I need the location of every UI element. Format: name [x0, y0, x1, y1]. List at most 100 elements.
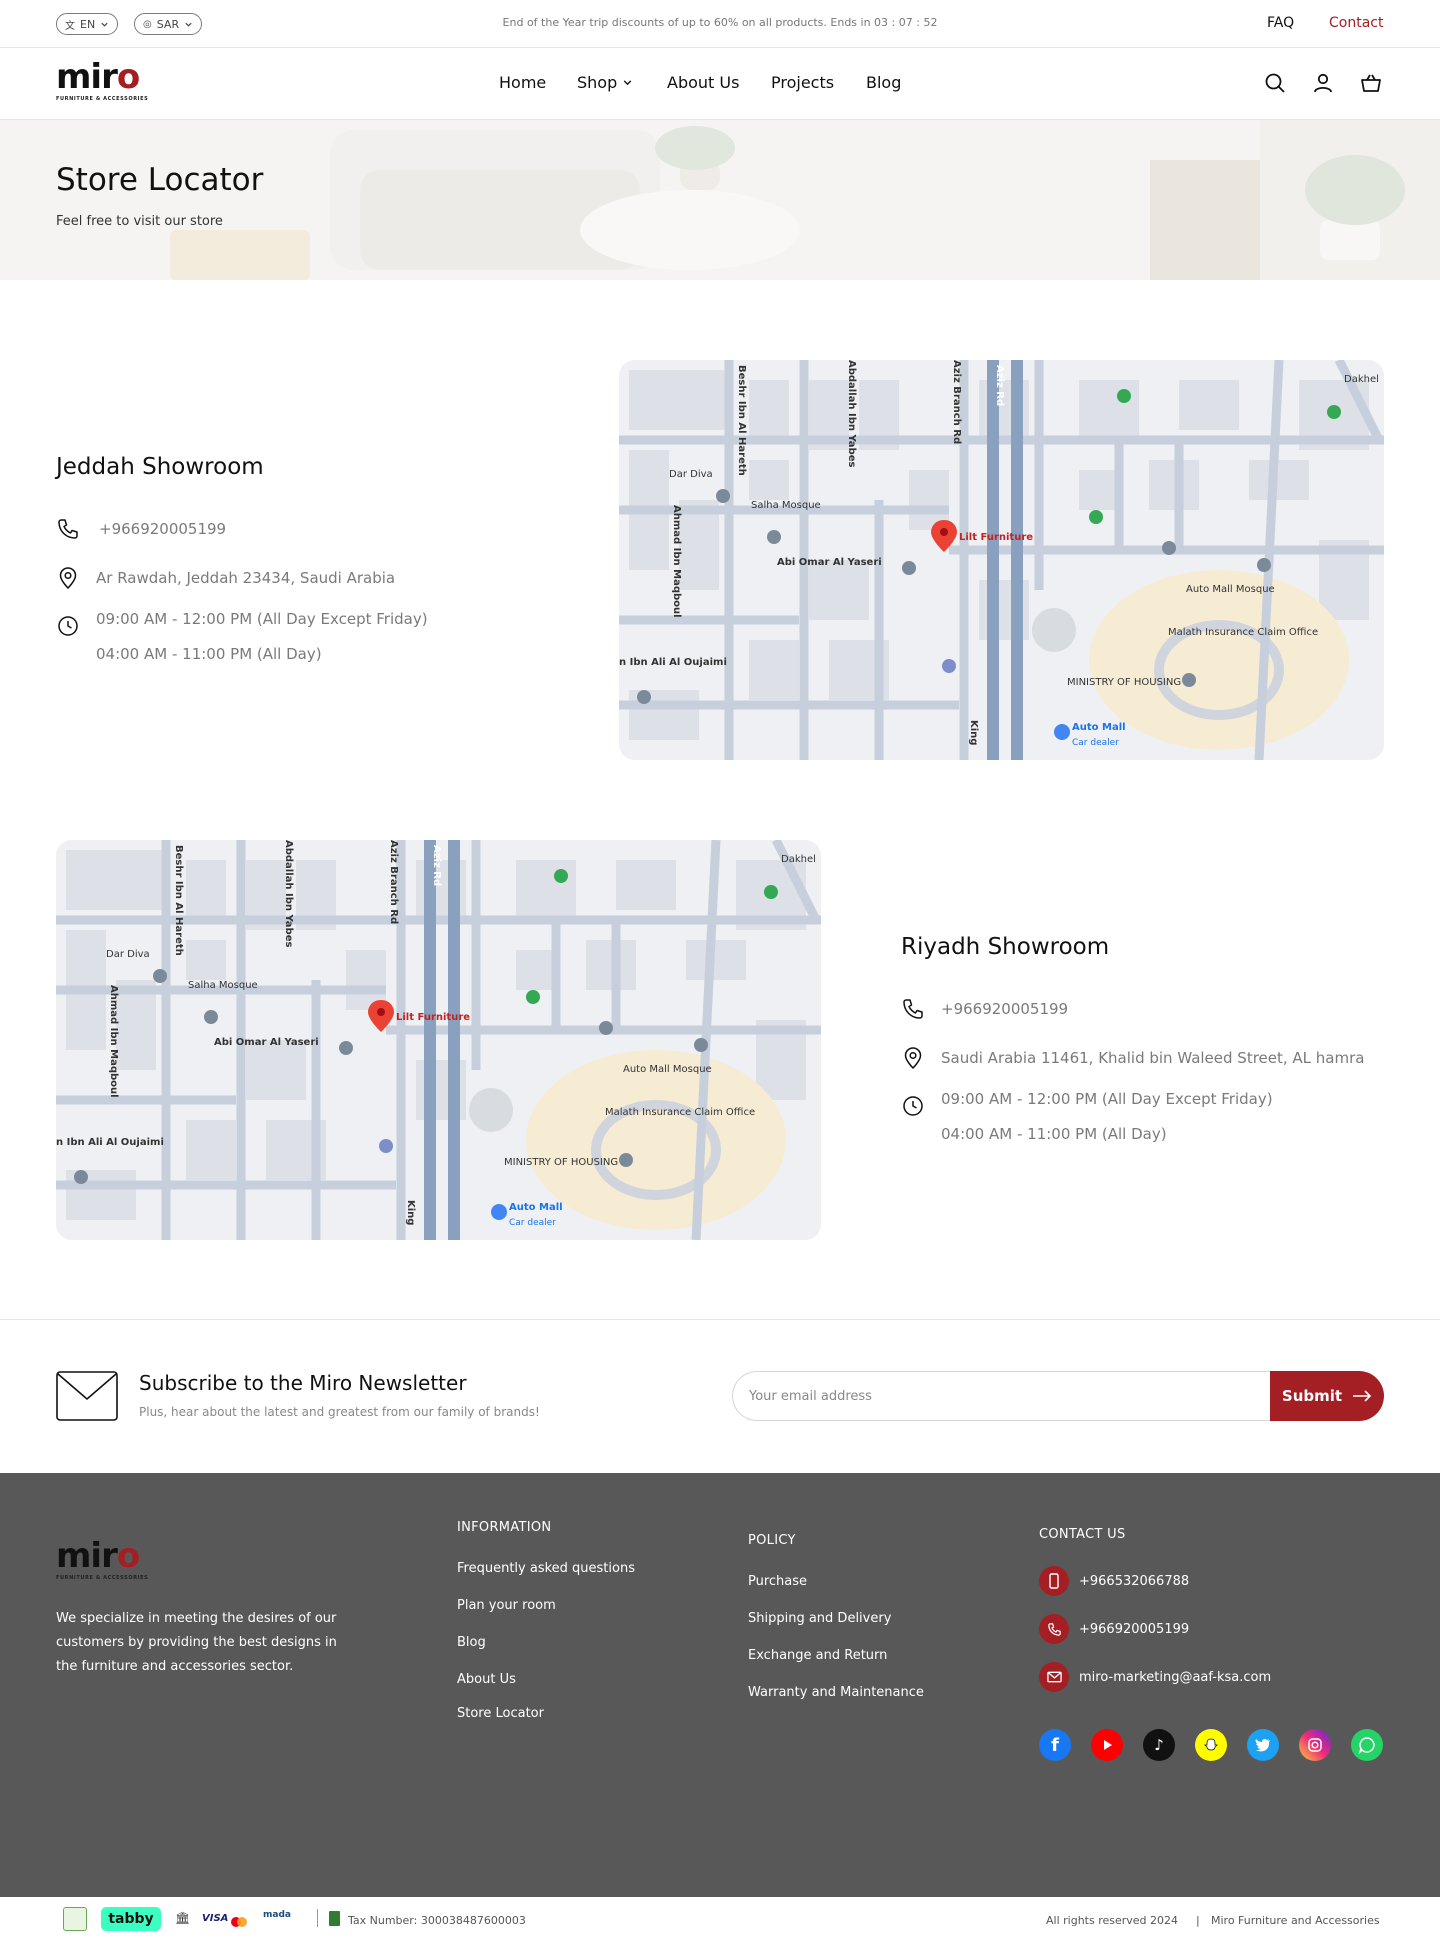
showroom-hours-1: 09:00 AM - 12:00 PM (All Day Except Frid… [941, 1090, 1273, 1108]
svg-text:Car dealer: Car dealer [1072, 738, 1119, 748]
footer-link-exchange[interactable]: Exchange and Return [748, 1648, 887, 1663]
page-title: Store Locator [56, 162, 264, 198]
svg-text:King: King [405, 1200, 416, 1225]
jeddah-map[interactable]: Beshr Ibn Al Hareth Abdallah Ibn Yabes A… [619, 360, 1384, 760]
certificate-icon [63, 1907, 87, 1931]
cart-icon[interactable] [1359, 71, 1383, 95]
arrow-right-icon [1353, 1390, 1372, 1402]
location-pin-icon [59, 567, 77, 590]
search-icon[interactable] [1263, 71, 1287, 95]
mobile-icon [1039, 1566, 1069, 1596]
showroom-title-jeddah: Jeddah Showroom [56, 454, 264, 480]
riyadh-map[interactable]: Beshr Ibn Al Hareth Abdallah Ibn Yabes A… [56, 840, 821, 1240]
contact-email[interactable]: miro-marketing@aaf-ksa.com [1079, 1670, 1271, 1685]
footer-link-store-locator[interactable]: Store Locator [457, 1706, 544, 1721]
svg-text:Lilt Furniture: Lilt Furniture [396, 1012, 470, 1023]
svg-text:Dar Diva: Dar Diva [669, 469, 713, 480]
svg-text:Ahmad Ibn Maqboul: Ahmad Ibn Maqboul [671, 505, 682, 618]
divider [317, 1909, 318, 1927]
top-bar: 文 EN ◎ SAR End of the Year trip discount… [0, 0, 1440, 48]
user-icon[interactable] [1311, 71, 1335, 95]
map-graphic: Beshr Ibn Al Hareth Abdallah Ibn Yabes A… [619, 360, 1384, 760]
svg-text:Aziz Branch Rd: Aziz Branch Rd [388, 840, 399, 924]
showroom-address: Saudi Arabia 11461, Khalid bin Waleed St… [941, 1049, 1365, 1067]
footer-link-plan-room[interactable]: Plan your room [457, 1598, 556, 1613]
nav-projects[interactable]: Projects [771, 73, 834, 92]
svg-text:Dar Diva: Dar Diva [106, 949, 150, 960]
clock-icon [903, 1096, 923, 1116]
policy-heading: POLICY [748, 1533, 796, 1548]
footer-link-warranty[interactable]: Warranty and Maintenance [748, 1685, 924, 1700]
showroom-hours-2: 04:00 AM - 11:00 PM (All Day) [941, 1125, 1167, 1143]
hero-banner: Store Locator Feel free to visit our sto… [0, 120, 1440, 280]
nav-home[interactable]: Home [499, 73, 546, 92]
svg-text:Abi Omar Al Yaseri: Abi Omar Al Yaseri [777, 557, 882, 568]
svg-text:Car dealer: Car dealer [509, 1218, 556, 1228]
map-graphic: Beshr Ibn Al Hareth Abdallah Ibn Yabes A… [56, 840, 821, 1240]
tax-document-icon [329, 1911, 340, 1926]
faq-link[interactable]: FAQ [1267, 15, 1294, 31]
showroom-phone[interactable]: +966920005199 [99, 520, 226, 538]
svg-text:Malath Insurance Claim Office: Malath Insurance Claim Office [605, 1107, 755, 1118]
company-name: Miro Furniture and Accessories [1211, 1914, 1380, 1927]
contact-mobile[interactable]: +966532066788 [1079, 1574, 1189, 1589]
snapchat-icon[interactable] [1195, 1729, 1227, 1761]
tiktok-icon[interactable]: ♪ [1143, 1729, 1175, 1761]
showroom-address: Ar Rawdah, Jeddah 23434, Saudi Arabia [96, 569, 396, 587]
mail-icon [1039, 1662, 1069, 1692]
twitter-icon[interactable] [1247, 1729, 1279, 1761]
svg-text:Abdallah Ibn Yabes: Abdallah Ibn Yabes [846, 360, 857, 467]
site-footer: miro FURNITURE & ACCESSORIES We speciali… [0, 1473, 1440, 1897]
submit-button[interactable]: Submit [1270, 1371, 1384, 1421]
bottom-bar: tabby 🏛 VISA mada Tax Number: 3000384876… [0, 1897, 1440, 1943]
nav-about[interactable]: About Us [667, 73, 739, 92]
visa-logo: VISA [202, 1913, 229, 1924]
email-input[interactable]: Your email address [732, 1371, 1272, 1421]
footer-link-purchase[interactable]: Purchase [748, 1574, 807, 1589]
svg-text:Aziz Rd: Aziz Rd [431, 845, 442, 886]
svg-text:Dakhel: Dakhel [1344, 374, 1379, 385]
svg-text:n Ibn Ali Al Oujaimi: n Ibn Ali Al Oujaimi [619, 657, 727, 668]
footer-link-shipping[interactable]: Shipping and Delivery [748, 1611, 891, 1626]
separator: | [1196, 1914, 1200, 1927]
svg-text:n Ibn Ali Al Oujaimi: n Ibn Ali Al Oujaimi [56, 1137, 164, 1148]
svg-text:Abi Omar Al Yaseri: Abi Omar Al Yaseri [214, 1037, 319, 1048]
newsletter-title: Subscribe to the Miro Newsletter [139, 1371, 467, 1395]
tabby-logo: tabby [101, 1907, 161, 1931]
youtube-icon[interactable] [1091, 1729, 1123, 1761]
contact-link[interactable]: Contact [1329, 15, 1383, 31]
envelope-icon [56, 1371, 118, 1421]
bank-icon: 🏛 [175, 1911, 191, 1925]
mastercard-icon [229, 1913, 249, 1927]
nav-shop-label: Shop [577, 73, 618, 92]
svg-text:MINISTRY OF HOUSING: MINISTRY OF HOUSING [1067, 677, 1181, 688]
showroom-phone[interactable]: +966920005199 [941, 1000, 1068, 1018]
svg-text:Salha Mosque: Salha Mosque [188, 980, 258, 991]
svg-text:Lilt Furniture: Lilt Furniture [959, 532, 1033, 543]
brand-logo[interactable]: miro FURNITURE & ACCESSORIES [56, 60, 148, 102]
nav-blog[interactable]: Blog [866, 73, 901, 92]
footer-description: We specialize in meeting the desires of … [56, 1611, 337, 1674]
nav-shop[interactable]: Shop [577, 73, 633, 92]
footer-logo[interactable]: miro FURNITURE & ACCESSORIES [56, 1539, 148, 1581]
contact-phone[interactable]: +966920005199 [1079, 1622, 1189, 1637]
svg-text:Ahmad Ibn Maqboul: Ahmad Ibn Maqboul [108, 985, 119, 1098]
section-divider [0, 1319, 1440, 1320]
mada-logo: mada [263, 1910, 291, 1920]
footer-link-about[interactable]: About Us [457, 1672, 516, 1687]
information-heading: INFORMATION [457, 1520, 552, 1535]
svg-text:Auto Mall: Auto Mall [509, 1202, 563, 1213]
facebook-icon[interactable]: f [1039, 1729, 1071, 1761]
hero-background-image [0, 120, 1440, 280]
svg-text:Aziz Branch Rd: Aziz Branch Rd [951, 360, 962, 444]
svg-text:Malath Insurance Claim Office: Malath Insurance Claim Office [1168, 627, 1318, 638]
location-pin-icon [904, 1047, 922, 1070]
whatsapp-icon[interactable] [1351, 1729, 1383, 1761]
newsletter-subtitle: Plus, hear about the latest and greatest… [139, 1405, 540, 1419]
footer-link-faq[interactable]: Frequently asked questions [457, 1561, 635, 1576]
svg-text:Dakhel: Dakhel [781, 854, 816, 865]
chevron-down-icon [623, 80, 632, 86]
svg-text:MINISTRY OF HOUSING: MINISTRY OF HOUSING [504, 1157, 618, 1168]
footer-link-blog[interactable]: Blog [457, 1635, 486, 1650]
instagram-icon[interactable] [1299, 1729, 1331, 1761]
